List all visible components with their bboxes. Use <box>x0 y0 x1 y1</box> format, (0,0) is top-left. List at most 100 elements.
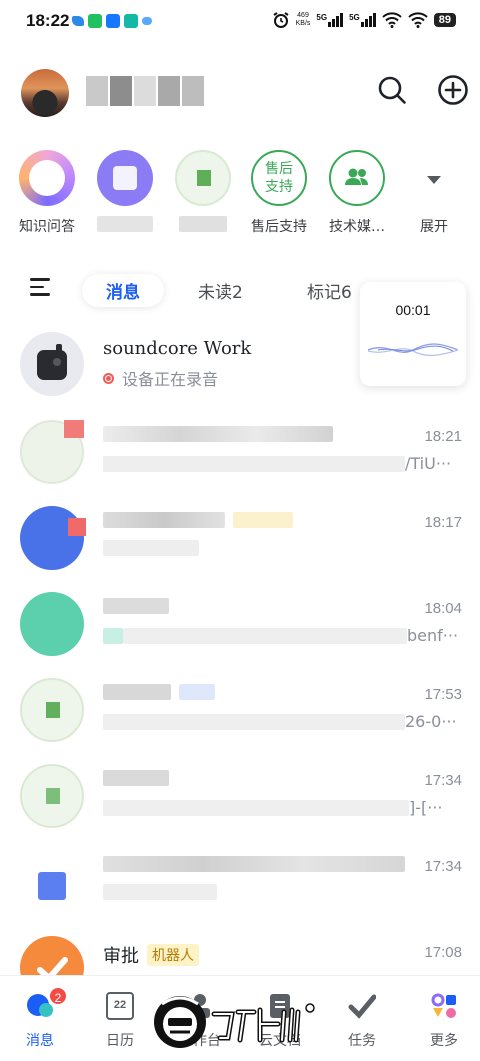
nav-calendar[interactable]: 22 日历 <box>80 992 160 1050</box>
chat-time: 17:34 <box>424 858 462 875</box>
chat-title-blurred <box>103 770 169 786</box>
signal-2-icon: 5G <box>349 13 376 27</box>
wifi-icon <box>382 12 402 28</box>
net-speed: 469 KB/s <box>296 12 311 28</box>
net-speed-unit: KB/s <box>295 20 311 27</box>
app-notification-icon <box>72 16 84 26</box>
chat-subtitle: 设备正在录音 <box>103 366 218 390</box>
plus-circle-icon[interactable] <box>437 74 469 106</box>
alarm-icon <box>273 12 289 28</box>
menu-icon[interactable] <box>30 278 52 298</box>
battery-indicator: 89 <box>433 13 456 27</box>
nav-label: 日历 <box>106 1033 134 1049</box>
chat-subtitle: /TiU··· <box>103 454 451 473</box>
blurred-app-icon <box>175 150 231 206</box>
quick-action-after-sales[interactable]: 售后 支持 售后支持 <box>243 150 315 236</box>
quick-action-blurred-1[interactable] <box>89 150 161 236</box>
blurred-avatar <box>20 678 84 742</box>
chat-item-5[interactable]: 26-0··· 17:53 <box>0 664 480 750</box>
net-speed-value: 469 <box>297 12 309 19</box>
chat-subtitle-text: ]-[··· <box>409 798 443 817</box>
after-sales-icon-text-2: 支持 <box>265 179 293 195</box>
chat-time: 18:04 <box>424 600 462 617</box>
chat-subtitle: benf··· <box>103 626 458 645</box>
chat-subtitle-text: 26-0··· <box>405 712 457 731</box>
chat-time: 17:34 <box>424 772 462 789</box>
signal-2-label: 5G <box>349 13 360 22</box>
status-time: 18:22 <box>26 11 70 30</box>
knowledge-qa-icon <box>19 150 75 206</box>
blurred-avatar <box>20 592 84 656</box>
chat-bubble-icon: 2 <box>26 986 68 1020</box>
recording-dot-icon <box>103 372 114 384</box>
quick-action-label <box>89 216 161 236</box>
search-icon[interactable] <box>376 74 408 106</box>
blurred-avatar <box>20 850 84 914</box>
chat-subtitle <box>103 884 217 904</box>
quick-action-blurred-2[interactable] <box>167 150 239 236</box>
quick-action-label: 知识问答 <box>19 219 75 235</box>
chat-time: 18:21 <box>424 428 462 445</box>
blurred-avatar <box>20 764 84 828</box>
blurred-avatar <box>20 420 84 484</box>
chat-title-blurred <box>103 512 293 528</box>
chat-subtitle: ]-[··· <box>103 798 443 817</box>
users-group-icon <box>329 150 385 206</box>
quick-action-label: 售后支持 <box>251 219 307 235</box>
nav-tasks[interactable]: 任务 <box>322 992 402 1050</box>
nav-messages[interactable]: 2 消息 <box>0 986 80 1050</box>
blurred-app-icon <box>97 150 153 206</box>
nav-more[interactable]: 更多 <box>404 992 480 1050</box>
chat-title: 审批 机器人 <box>103 942 199 968</box>
notification-icons <box>72 14 152 28</box>
bird-app-icon <box>142 17 152 25</box>
sigma-app-icon <box>106 14 120 28</box>
chat-subtitle: 26-0··· <box>103 712 457 731</box>
username-blurred <box>86 76 204 106</box>
bot-tag: 机器人 <box>147 944 199 966</box>
status-bar: 18:22 469 KB/s 5G 5G 89 <box>0 0 480 44</box>
chat-item-4[interactable]: benf··· 18:04 <box>0 578 480 664</box>
signal-1-icon: 5G <box>316 13 344 27</box>
tab-unread[interactable]: 未读2 <box>188 274 253 307</box>
after-sales-icon: 售后 支持 <box>251 150 307 206</box>
recording-timer: 00:01 <box>395 302 431 318</box>
unread-badge: 2 <box>48 986 68 1006</box>
audio-waveform-icon <box>368 343 458 357</box>
nav-label: 任务 <box>348 1033 376 1049</box>
watermark-logo <box>154 996 315 1048</box>
chat-time: 18:17 <box>424 514 462 531</box>
chat-item-7[interactable]: 17:34 <box>0 836 480 922</box>
quick-action-label: 技术媒… <box>329 219 385 235</box>
soundcore-device-avatar <box>20 332 84 396</box>
wifi-icon-2 <box>408 12 428 28</box>
quick-action-knowledge-qa[interactable]: 知识问答 <box>11 150 83 236</box>
recording-popup[interactable]: 00:01 <box>360 282 466 386</box>
chat-subtitle-text: benf··· <box>407 626 459 645</box>
caret-down-icon <box>406 150 462 206</box>
calendar-day: 22 <box>113 999 127 1011</box>
more-apps-icon <box>430 992 458 1020</box>
shield-app-icon <box>124 14 138 28</box>
quick-action-expand[interactable]: 展开 <box>398 150 470 236</box>
quick-action-label: 展开 <box>420 219 448 235</box>
chat-item-6[interactable]: ]-[··· 17:34 <box>0 750 480 836</box>
chat-item-2[interactable]: /TiU··· 18:21 <box>0 406 480 492</box>
chat-title-blurred <box>103 856 405 872</box>
tab-flagged[interactable]: 标记6 <box>297 274 362 307</box>
quick-action-tech-media[interactable]: 技术媒… <box>321 150 393 236</box>
after-sales-icon-text-1: 售后 <box>265 161 293 177</box>
tab-messages[interactable]: 消息 <box>82 274 164 307</box>
user-avatar[interactable] <box>21 69 69 117</box>
blurred-avatar <box>20 506 86 570</box>
chat-title-text: 审批 <box>103 946 139 967</box>
quick-actions-bar: 知识问答 售后 支持 售后支持 技术媒… 展开 <box>0 150 480 250</box>
chat-title-blurred <box>103 684 215 700</box>
chat-item-3[interactable]: 18:17 <box>0 492 480 578</box>
chat-title: soundcore Work <box>103 338 252 359</box>
calendar-icon: 22 <box>106 992 134 1020</box>
chat-title-blurred <box>103 426 333 442</box>
checkmark-icon <box>348 992 377 1020</box>
chat-subtitle <box>103 540 199 560</box>
nav-label: 消息 <box>26 1033 54 1049</box>
